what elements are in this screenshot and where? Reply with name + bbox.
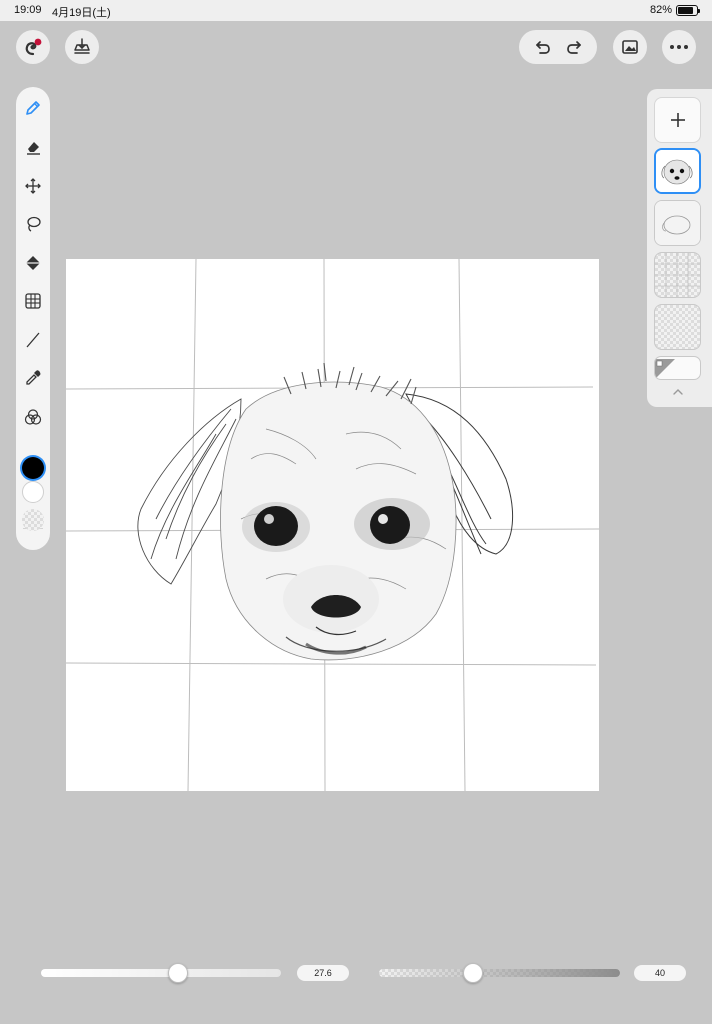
undo-button[interactable] [529, 33, 557, 61]
tool-palette [16, 87, 50, 550]
move-icon [25, 178, 41, 194]
app-menu-button[interactable] [16, 30, 50, 64]
outline-thumbnail-icon [655, 201, 700, 245]
brush-size-value[interactable]: 27.6 [297, 965, 349, 981]
eraser-icon [27, 142, 40, 155]
undo-redo-group [519, 30, 597, 64]
fill-tool[interactable] [21, 251, 45, 275]
layer-thumb-empty[interactable] [654, 304, 701, 350]
redo-button[interactable] [560, 33, 588, 61]
grid-transform-tool[interactable] [21, 289, 45, 313]
more-button[interactable] [662, 30, 696, 64]
layer-thumb-outline[interactable] [654, 200, 701, 246]
blend-tool[interactable] [21, 405, 45, 429]
gallery-icon [622, 40, 638, 54]
blend-icon [24, 409, 42, 425]
drawing-canvas[interactable] [65, 258, 600, 792]
opacity-slider[interactable] [379, 969, 620, 977]
layer-paper[interactable] [654, 356, 701, 380]
gallery-button[interactable] [613, 30, 647, 64]
grid-thumbnail-icon [655, 253, 700, 297]
redo-icon [566, 41, 581, 54]
plus-icon [670, 113, 685, 127]
import-button[interactable] [65, 30, 99, 64]
transparent-color-swatch[interactable] [22, 509, 44, 531]
brush-size-thumb[interactable] [167, 963, 188, 983]
opacity-value[interactable]: 40 [634, 965, 686, 981]
layer-thumb-grid[interactable] [654, 252, 701, 298]
add-layer-button[interactable] [654, 97, 701, 143]
status-bar: 19:09 4月19日(土) 82% [0, 0, 712, 21]
battery-icon [676, 5, 700, 16]
eyedropper-icon [26, 370, 41, 385]
dog-thumbnail-icon [656, 150, 699, 192]
opacity-thumb[interactable] [462, 963, 483, 983]
status-time: 19:09 [14, 4, 42, 16]
lasso-icon [27, 216, 41, 232]
import-icon [74, 38, 90, 54]
layer-thumb-sketch[interactable] [654, 148, 701, 194]
pen-icon [26, 101, 40, 115]
sketch-artwork [65, 258, 600, 792]
eraser-tool[interactable] [21, 135, 45, 159]
move-tool[interactable] [21, 174, 45, 198]
opacity-gradient [379, 969, 620, 977]
secondary-color-swatch[interactable] [22, 481, 44, 503]
undo-icon [535, 41, 550, 54]
chevron-up-icon [673, 389, 683, 395]
fill-icon [26, 256, 40, 270]
primary-color-swatch[interactable] [22, 457, 44, 479]
line-tool[interactable] [21, 328, 45, 352]
status-date: 4月19日(土) [52, 7, 111, 19]
lasso-tool[interactable] [21, 212, 45, 236]
line-icon [26, 332, 40, 348]
battery-percent: 82% [649, 4, 672, 16]
layers-panel [647, 89, 712, 407]
eyedropper-tool[interactable] [21, 366, 45, 390]
collapse-layers-button[interactable] [669, 385, 687, 399]
paper-thumbnail-icon [655, 359, 675, 379]
grid-transform-icon [25, 293, 41, 309]
pen-tool[interactable] [21, 96, 45, 120]
brush-size-slider[interactable] [41, 969, 281, 977]
app-logo-icon [25, 38, 42, 56]
more-icon [670, 45, 688, 49]
